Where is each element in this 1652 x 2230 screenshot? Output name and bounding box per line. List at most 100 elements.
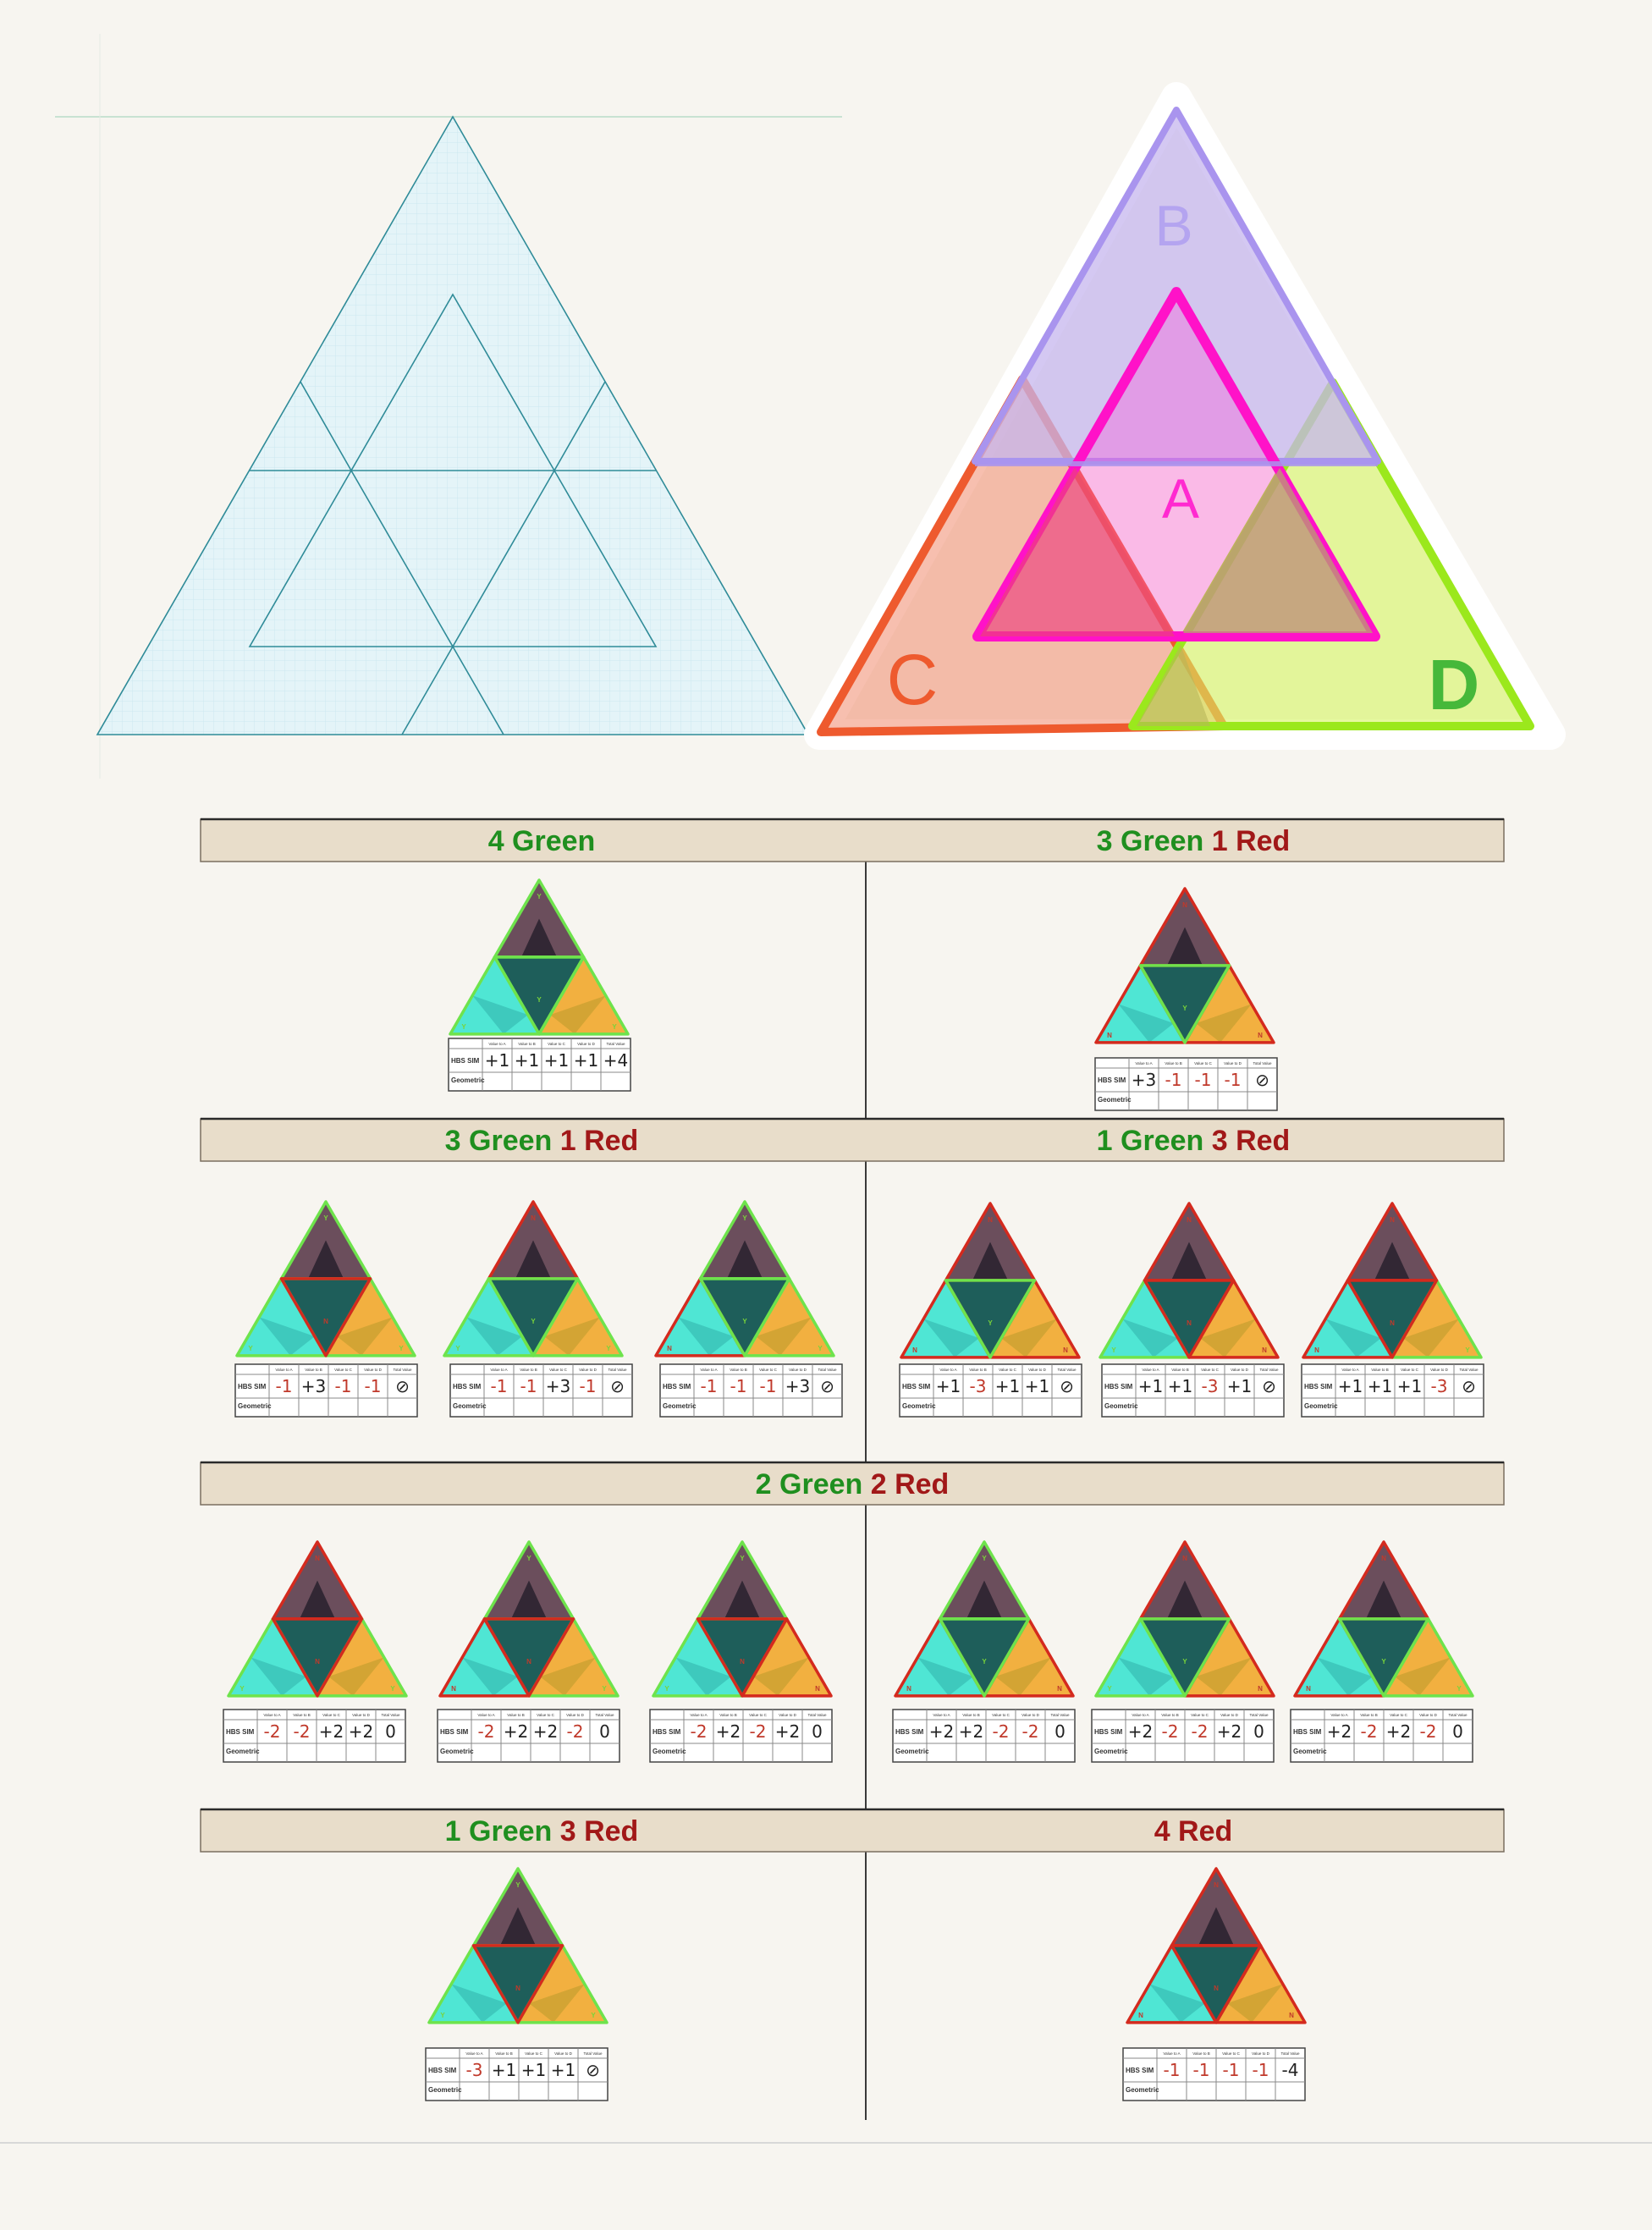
green-count-label: 3 Green: [1097, 825, 1204, 857]
combination-item: YN NYValue to A Value to B Value to C Value …: [892, 1540, 1076, 1763]
region-value: +1: [521, 2060, 546, 2080]
corner-letter: N: [315, 1658, 320, 1666]
table-header: Value to C: [322, 1713, 340, 1717]
region-value: -2: [478, 1721, 495, 1742]
region-value: +2: [1327, 1721, 1352, 1742]
corner-letter: N: [1187, 1216, 1192, 1224]
total-value: ⊘: [610, 1376, 625, 1396]
corner-letter: N: [1314, 1346, 1319, 1354]
region-value: +1: [492, 2060, 516, 2080]
red-count-label: 4 Red: [1154, 1815, 1233, 1847]
corner-letter: Y: [742, 1214, 747, 1222]
corner-letter: Y: [818, 1345, 823, 1352]
region-value: -1: [1253, 2060, 1269, 2080]
table-header: Value to C: [1201, 1368, 1219, 1372]
row-label-geometric: Geometric: [1104, 1402, 1138, 1410]
table-header: Total Value: [818, 1368, 837, 1372]
section-header-bar: 1 Green 3 Red 4 Red: [200, 1808, 1505, 1853]
corner-letter: N: [906, 1685, 911, 1693]
total-value: ⊘: [395, 1376, 410, 1396]
table-header: Value to C: [549, 1368, 567, 1372]
combination-triangle: N Y N Y: [1094, 1540, 1275, 1698]
table-header: Total Value: [608, 1368, 627, 1372]
table-header: Value to A: [275, 1368, 292, 1372]
combination-triangle: N N Y Y: [1293, 1540, 1474, 1698]
table-header: Value to D: [779, 1713, 796, 1717]
corner-letter: Y: [982, 1555, 987, 1562]
row-label-hbs: HBS SIM: [238, 1383, 267, 1390]
combinations-grid: 4 Green 3 Green 1 Red3 Green 1 Red 1 Green…: [0, 818, 1652, 2144]
region-value: +3: [546, 1376, 570, 1396]
region-value: +1: [936, 1376, 961, 1396]
table-header: Total Value: [382, 1713, 400, 1717]
table-header: Value to A: [1142, 1368, 1159, 1372]
corner-letter: Y: [240, 1685, 245, 1693]
combination-triangle: N N N N: [1126, 1867, 1307, 2024]
total-value: ⊘: [1060, 1376, 1074, 1396]
table-header: Total Value: [1460, 1368, 1479, 1372]
corner-letter: N: [526, 1658, 531, 1666]
corner-letter: N: [1057, 1685, 1062, 1693]
corner-letter: N: [1262, 1346, 1267, 1354]
values-table: Value to A Value to B Value to C Value to D…: [437, 1709, 620, 1763]
corner-letter: Y: [1465, 1346, 1470, 1354]
table-header: Total Value: [1253, 1061, 1272, 1065]
corner-letter: Y: [399, 1345, 404, 1352]
total-value: 0: [1452, 1721, 1463, 1742]
region-value: +1: [995, 1376, 1020, 1396]
table-header: Value to B: [1192, 2051, 1209, 2056]
row-label-geometric: Geometric: [238, 1402, 272, 1410]
table-header: Value to A: [690, 1713, 707, 1717]
combination-item: YN YYValue to A Value to B Value to C Value …: [654, 1200, 843, 1418]
table-header: Value to B: [1360, 1713, 1377, 1717]
table-header: Value to D: [1252, 2051, 1269, 2056]
row-label-hbs: HBS SIM: [1098, 1076, 1126, 1084]
region-value: -3: [1202, 1376, 1219, 1396]
combination-triangle: Y N N Y: [894, 1540, 1075, 1698]
corner-letter: Y: [1111, 1346, 1116, 1354]
table-header: Value to B: [305, 1368, 322, 1372]
row-label-geometric: Geometric: [1126, 2086, 1159, 2094]
row-label-geometric: Geometric: [653, 1748, 686, 1755]
corner-letter: Y: [1182, 1005, 1187, 1012]
total-value: 0: [385, 1721, 396, 1742]
corner-letter: N: [1214, 1985, 1219, 1992]
table-header: Value to A: [1132, 1713, 1148, 1717]
section-header-label: 3 Green 1 Red: [445, 1125, 639, 1157]
total-value: ⊘: [586, 2060, 600, 2080]
region-value: -1: [1165, 1070, 1182, 1090]
total-value: ⊘: [1462, 1376, 1476, 1396]
table-header: Total Value: [584, 2051, 603, 2056]
corner-letter: N: [1063, 1346, 1068, 1354]
table-header: Value to D: [1430, 1368, 1448, 1372]
region-value: +2: [1128, 1721, 1153, 1742]
corner-letter: Y: [982, 1658, 987, 1666]
table-header: Value to B: [969, 1368, 986, 1372]
combination-triangle: N Y N N: [1099, 1202, 1280, 1359]
combination-triangle: Y Y N N: [652, 1540, 833, 1698]
corner-letter: Y: [440, 2012, 445, 2019]
row-label-geometric: Geometric: [1094, 1748, 1128, 1755]
table-header: Value to C: [749, 1713, 767, 1717]
total-value: 0: [1253, 1721, 1264, 1742]
table-header: Total Value: [1058, 1368, 1077, 1372]
region-value: +1: [515, 1050, 539, 1071]
section-header-label: 1 Green 3 Red: [1097, 1125, 1291, 1157]
region-value: +2: [504, 1721, 528, 1742]
table-header: Value to C: [334, 1368, 352, 1372]
corner-letter: Y: [664, 1685, 669, 1693]
region-value: -1: [1195, 1070, 1212, 1090]
region-value: +2: [716, 1721, 741, 1742]
region-value: -1: [730, 1376, 747, 1396]
table-header: Total Value: [394, 1368, 412, 1372]
region-value: -1: [1225, 1070, 1242, 1090]
combination-triangle: Y Y Y N: [235, 1200, 416, 1357]
table-header: Value to B: [730, 1368, 746, 1372]
corner-letter: Y: [988, 1319, 993, 1327]
values-table: Value to A Value to B Value to C Value to D…: [1101, 1363, 1285, 1418]
values-table: Value to A Value to B Value to C Value to D…: [448, 1038, 631, 1092]
row-label-hbs: HBS SIM: [663, 1383, 691, 1390]
values-table: Value to A Value to B Value to C Value to D…: [899, 1363, 1082, 1418]
region-value: -2: [567, 1721, 584, 1742]
values-table: Value to A Value to B Value to C Value to D…: [223, 1709, 406, 1763]
